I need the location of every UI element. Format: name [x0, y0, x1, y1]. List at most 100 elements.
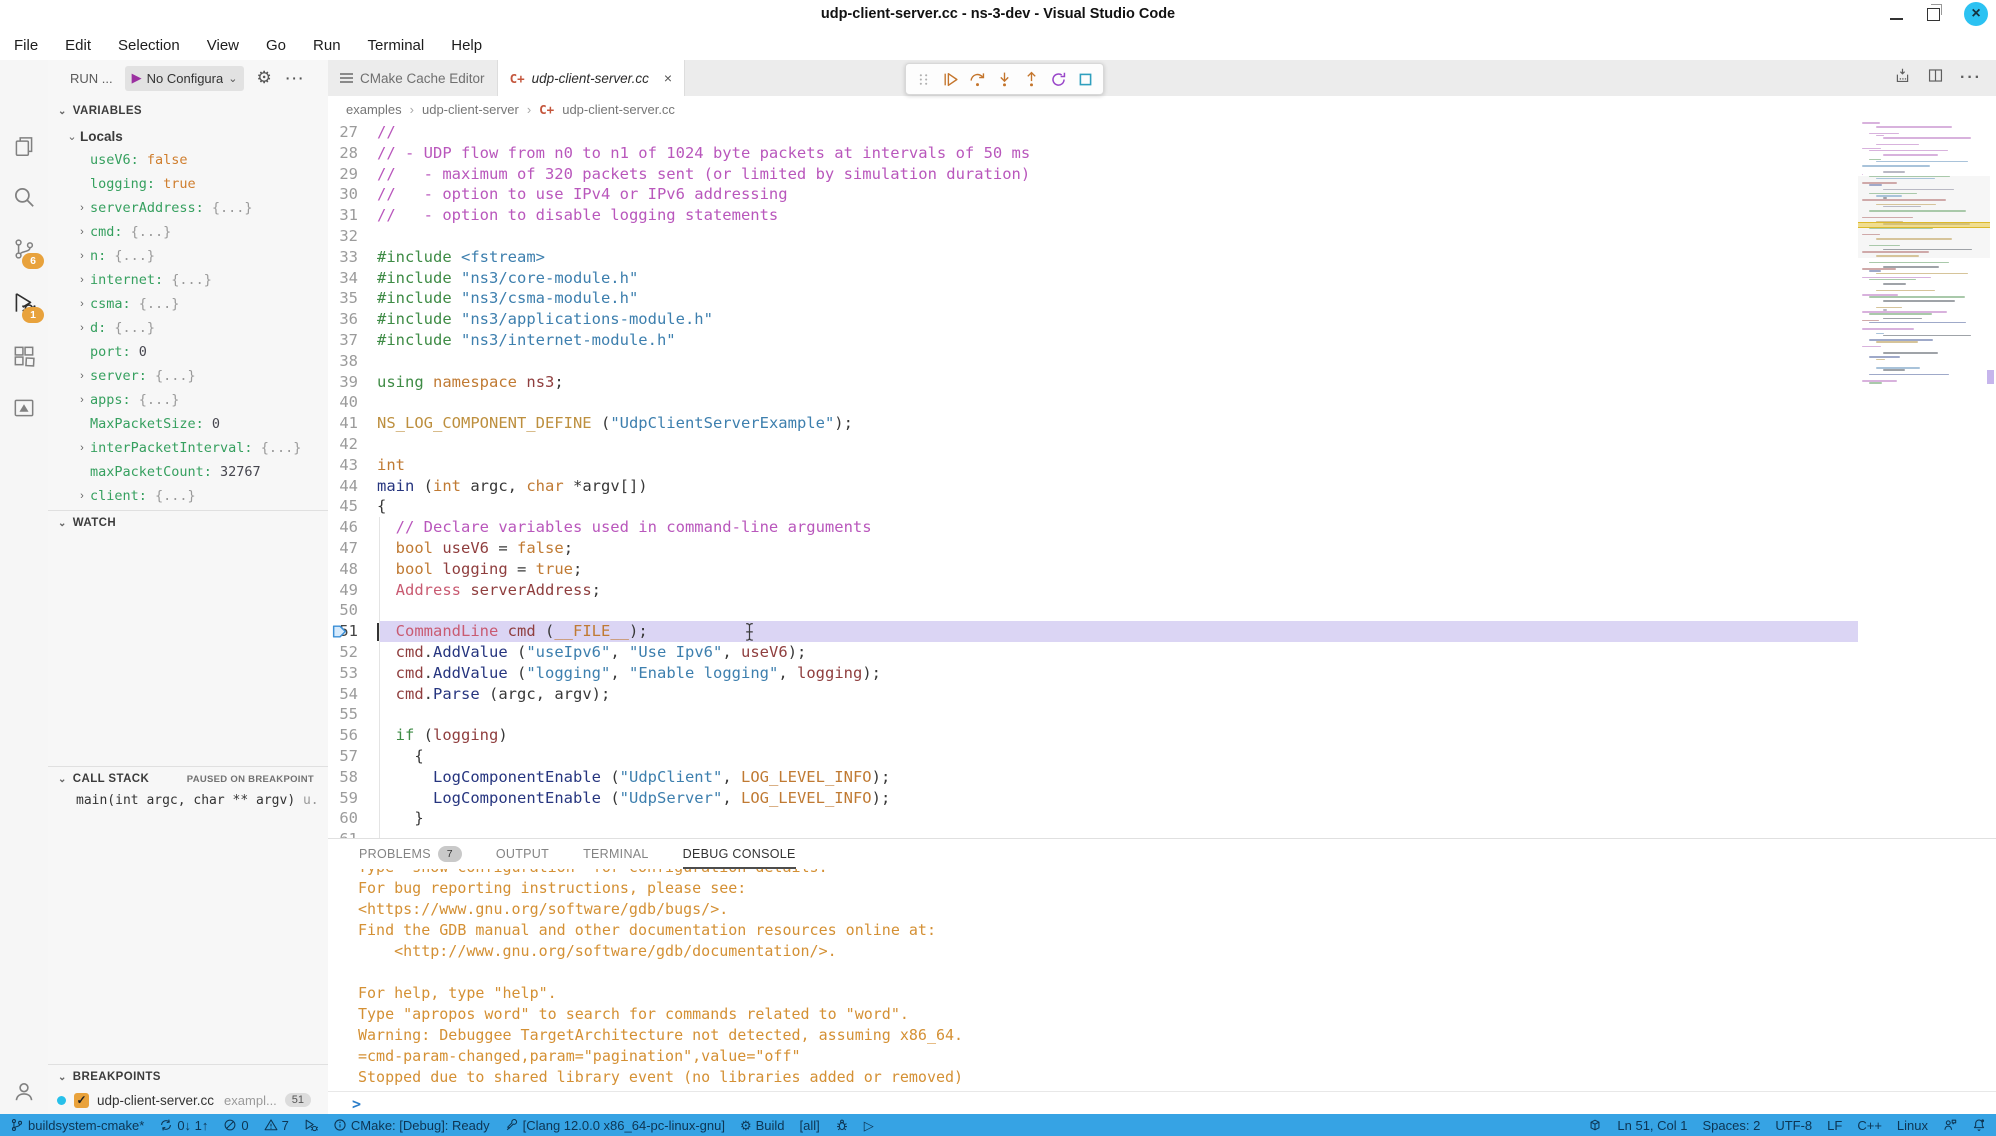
step-over-icon[interactable] — [964, 66, 991, 92]
console-prompt[interactable]: > — [352, 1095, 361, 1113]
source-control-icon[interactable]: 6 — [0, 225, 48, 273]
code-line-50[interactable]: 50 — [328, 600, 1996, 621]
breakpoints-section-header[interactable]: ⌄ BREAKPOINTS — [48, 1066, 328, 1088]
code-line-34[interactable]: 34#include "ns3/core-module.h" — [328, 268, 1996, 289]
variable-row-csma[interactable]: ›csma: {...} — [48, 292, 328, 316]
code-line-30[interactable]: 30// - option to use IPv4 or IPv6 addres… — [328, 184, 1996, 205]
explorer-icon[interactable] — [0, 122, 48, 170]
stop-icon[interactable] — [1072, 66, 1099, 92]
statusbar-git-branch[interactable]: buildsystem-cmake* — [10, 1118, 144, 1133]
chevron-right-icon[interactable]: › — [74, 274, 90, 286]
variable-row-interPacketInterval[interactable]: ›interPacketInterval: {...} — [48, 436, 328, 460]
panel-tab-output[interactable]: OUTPUT — [496, 839, 549, 869]
code-line-58[interactable]: 58 LogComponentEnable ("UdpClient", LOG_… — [328, 767, 1996, 788]
code-line-33[interactable]: 33#include <fstream> — [328, 247, 1996, 268]
breadcrumb-item[interactable]: examples — [346, 102, 402, 117]
panel-tab-terminal[interactable]: TERMINAL — [583, 839, 649, 869]
run-below-icon[interactable] — [1894, 67, 1911, 89]
call-stack-section-header[interactable]: ⌄ CALL STACK PAUSED ON BREAKPOINT — [48, 768, 328, 790]
code-line-31[interactable]: 31// - option to disable logging stateme… — [328, 205, 1996, 226]
step-out-icon[interactable] — [1018, 66, 1045, 92]
statusbar-feedback[interactable] — [1943, 1118, 1957, 1132]
menu-item-go[interactable]: Go — [266, 37, 286, 54]
code-line-47[interactable]: 47 bool useV6 = false; — [328, 538, 1996, 559]
tab-udp-client-server[interactable]: C+ udp-client-server.cc × — [498, 60, 686, 96]
variable-row-cmd[interactable]: ›cmd: {...} — [48, 220, 328, 244]
breakpoint-row[interactable]: ✓ udp-client-server.cc exampl... 51 — [48, 1088, 328, 1112]
variables-section-header[interactable]: ⌄ VARIABLES — [48, 100, 328, 122]
menu-item-help[interactable]: Help — [451, 37, 482, 54]
variable-row-server[interactable]: ›server: {...} — [48, 364, 328, 388]
chevron-right-icon[interactable]: › — [74, 298, 90, 310]
code-line-60[interactable]: 60 } — [328, 808, 1996, 829]
statusbar-debug-target-button[interactable] — [835, 1118, 849, 1132]
code-line-27[interactable]: 27// — [328, 122, 1996, 143]
menu-item-file[interactable]: File — [14, 37, 38, 54]
call-stack-frame[interactable]: main(int argc, char ** argv) u. — [76, 793, 319, 808]
statusbar-run-target-button[interactable]: ▷ — [864, 1119, 874, 1132]
menu-item-selection[interactable]: Selection — [118, 37, 180, 54]
variable-row-client[interactable]: ›client: {...} — [48, 484, 328, 508]
code-line-43[interactable]: 43int — [328, 455, 1996, 476]
account-icon[interactable] — [0, 1067, 48, 1115]
launch-config-dropdown[interactable]: ▶ No Configura ⌄ — [125, 66, 245, 91]
statusbar-remote-indicator[interactable] — [1588, 1118, 1602, 1132]
chevron-right-icon[interactable]: › — [74, 394, 90, 406]
breadcrumb-item[interactable]: udp-client-server.cc — [562, 102, 675, 117]
chevron-right-icon[interactable]: › — [74, 226, 90, 238]
code-line-61[interactable]: 61 — [328, 829, 1996, 838]
code-line-46[interactable]: 46 // Declare variables used in command-… — [328, 517, 1996, 538]
chevron-right-icon[interactable]: › — [74, 202, 90, 214]
code-editor[interactable]: 27//28// - UDP flow from n0 to n1 of 102… — [328, 122, 1996, 838]
continue-icon[interactable] — [937, 66, 964, 92]
more-actions-icon[interactable]: ··· — [1960, 69, 1982, 87]
chevron-right-icon[interactable]: › — [74, 442, 90, 454]
menu-item-terminal[interactable]: Terminal — [368, 37, 425, 54]
breadcrumb-item[interactable]: udp-client-server — [422, 102, 519, 117]
split-editor-icon[interactable] — [1927, 67, 1944, 89]
statusbar-encoding[interactable]: UTF-8 — [1775, 1118, 1812, 1133]
chevron-right-icon[interactable]: › — [74, 490, 90, 502]
code-line-52[interactable]: 52 cmd.AddValue ("useIpv6", "Use Ipv6", … — [328, 642, 1996, 663]
code-line-32[interactable]: 32 — [328, 226, 1996, 247]
code-line-55[interactable]: 55 — [328, 704, 1996, 725]
restart-icon[interactable] — [1045, 66, 1072, 92]
menu-item-edit[interactable]: Edit — [65, 37, 91, 54]
extensions-icon[interactable] — [0, 332, 48, 380]
code-line-45[interactable]: 45{ — [328, 496, 1996, 517]
code-line-59[interactable]: 59 LogComponentEnable ("UdpServer", LOG_… — [328, 788, 1996, 809]
statusbar-os-indicator[interactable]: Linux — [1897, 1118, 1928, 1133]
code-line-35[interactable]: 35#include "ns3/csma-module.h" — [328, 288, 1996, 309]
variable-row-maxPacketCount[interactable]: maxPacketCount: 32767 — [48, 460, 328, 484]
statusbar-cmake-status[interactable]: CMake: [Debug]: Ready — [333, 1118, 490, 1133]
code-line-39[interactable]: 39using namespace ns3; — [328, 372, 1996, 393]
code-line-53[interactable]: 53 cmd.AddValue ("logging", "Enable logg… — [328, 663, 1996, 684]
chevron-right-icon[interactable]: › — [74, 322, 90, 334]
statusbar-warnings[interactable]: 7 — [264, 1118, 289, 1133]
variable-row-apps[interactable]: ›apps: {...} — [48, 388, 328, 412]
code-line-57[interactable]: 57 { — [328, 746, 1996, 767]
minimap[interactable] — [1858, 122, 1990, 838]
close-tab-icon[interactable]: × — [664, 70, 672, 86]
statusbar-notifications[interactable] — [1972, 1118, 1986, 1132]
variable-row-d[interactable]: ›d: {...} — [48, 316, 328, 340]
code-line-44[interactable]: 44main (int argc, char *argv[]) — [328, 476, 1996, 497]
code-line-54[interactable]: 54 cmd.Parse (argc, argv); — [328, 684, 1996, 705]
close-icon[interactable]: × — [1964, 2, 1988, 26]
panel-tab-problems[interactable]: PROBLEMS7 — [359, 839, 462, 869]
statusbar-indentation[interactable]: Spaces: 2 — [1703, 1118, 1761, 1133]
statusbar-sync-changes[interactable]: 0↓ 1↑ — [159, 1118, 208, 1133]
code-line-56[interactable]: 56 if (logging) — [328, 725, 1996, 746]
statusbar-cmake-kit[interactable]: [Clang 12.0.0 x86_64-pc-linux-gnu] — [505, 1118, 725, 1133]
statusbar-debug-status[interactable] — [304, 1118, 318, 1132]
statusbar-errors[interactable]: 0 — [223, 1118, 248, 1133]
watch-section-header[interactable]: ⌄ WATCH — [48, 512, 328, 534]
statusbar-cmake-build[interactable]: ⚙Build — [740, 1118, 785, 1133]
code-line-42[interactable]: 42 — [328, 434, 1996, 455]
variable-row-MaxPacketSize[interactable]: MaxPacketSize: 0 — [48, 412, 328, 436]
variable-row-n[interactable]: ›n: {...} — [48, 244, 328, 268]
statusbar-cursor-position[interactable]: Ln 51, Col 1 — [1617, 1118, 1687, 1133]
code-line-51[interactable]: 51 CommandLine cmd (__FILE__); — [328, 621, 1996, 642]
variable-row-useV6[interactable]: useV6: false — [48, 148, 328, 172]
code-line-40[interactable]: 40 — [328, 392, 1996, 413]
